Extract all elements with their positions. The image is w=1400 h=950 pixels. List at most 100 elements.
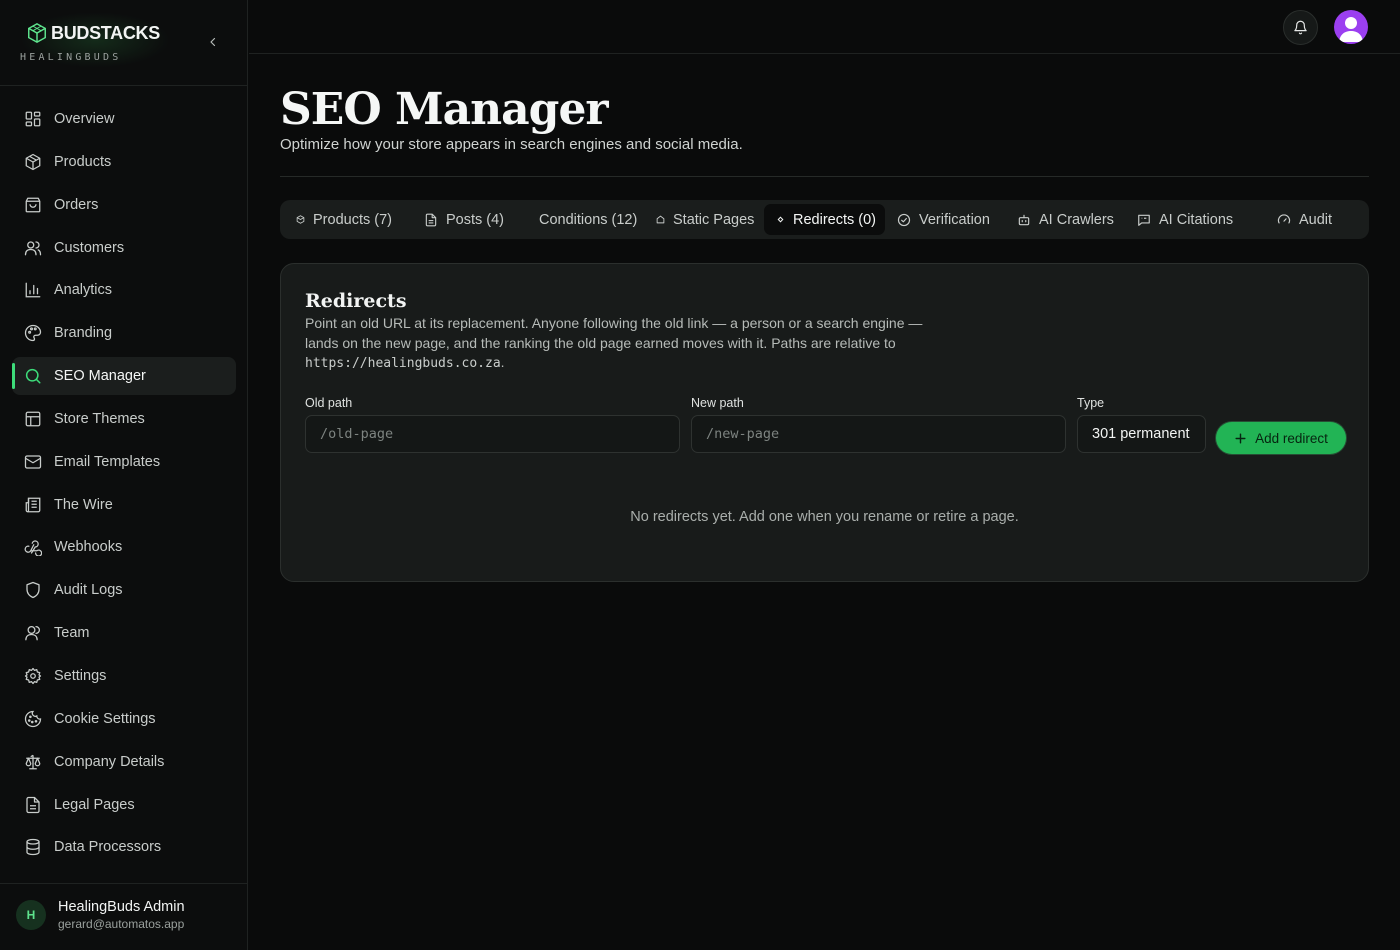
- gear-icon: [24, 667, 42, 685]
- sidebar-item-overview[interactable]: Overview: [12, 100, 236, 138]
- sidebar-item-label: Store Themes: [54, 410, 145, 427]
- user-profile[interactable]: H HealingBuds Admin gerard@automatos.app: [16, 898, 185, 932]
- user-info: HealingBuds Admin gerard@automatos.app: [58, 898, 185, 932]
- sidebar-item-label: Audit Logs: [54, 582, 123, 599]
- sidebar: BUDSTACKS HEALINGBUDS Overview Products …: [0, 0, 248, 950]
- tab-label: Audit: [1299, 211, 1333, 228]
- old-path-input[interactable]: [305, 415, 680, 453]
- chevron-left-icon: [210, 37, 216, 47]
- cube-logo-icon: [28, 22, 46, 44]
- scale-icon: [25, 754, 41, 770]
- add-redirect-button[interactable]: Add redirect: [1216, 422, 1346, 454]
- sidebar-item-label: Legal Pages: [54, 796, 135, 813]
- database-icon: [26, 839, 40, 856]
- tab-static-pages[interactable]: Static Pages: [644, 204, 766, 235]
- tab-verification[interactable]: Verification: [885, 204, 1002, 235]
- sidebar-item-cookie-settings[interactable]: Cookie Settings: [12, 700, 236, 738]
- redirect-type-select[interactable]: 301 permanent: [1077, 415, 1206, 453]
- sidebar-item-analytics[interactable]: Analytics: [12, 271, 236, 309]
- sidebar-item-team[interactable]: Team: [12, 614, 236, 652]
- search-icon: [25, 368, 41, 384]
- sidebar-item-branding[interactable]: Branding: [12, 314, 236, 352]
- sidebar-item-audit-logs[interactable]: Audit Logs: [12, 571, 236, 609]
- gauge-icon: [1277, 213, 1291, 223]
- tab-audit[interactable]: Audit: [1265, 204, 1344, 235]
- tab-label: Conditions (12): [539, 211, 638, 228]
- sidebar-item-label: Data Processors: [54, 839, 162, 856]
- add-redirect-label: Add redirect: [1255, 430, 1328, 446]
- tab-redirects[interactable]: Redirects (0): [764, 204, 885, 235]
- user-email: gerard@automatos.app: [58, 917, 185, 931]
- sidebar-item-data-processors[interactable]: Data Processors: [12, 828, 236, 866]
- layout-grid-icon: [25, 111, 41, 127]
- topbar: [249, 0, 1400, 54]
- sidebar-item-label: SEO Manager: [54, 368, 146, 385]
- users-icon: [24, 240, 42, 255]
- tab-label: Verification: [919, 211, 990, 228]
- sidebar-item-label: Team: [54, 625, 90, 642]
- sidebar-item-email-templates[interactable]: Email Templates: [12, 443, 236, 481]
- tab-ai-crawlers[interactable]: AI Crawlers: [1005, 204, 1126, 235]
- brand[interactable]: BUDSTACKS HEALINGBUDS: [20, 12, 220, 70]
- collapse-sidebar-button[interactable]: [204, 33, 222, 51]
- tab-conditions[interactable]: Conditions (12): [527, 204, 649, 235]
- page-title: SEO Manager: [280, 84, 609, 135]
- sidebar-item-orders[interactable]: Orders: [12, 186, 236, 224]
- tab-ai-citations[interactable]: AI Citations: [1125, 204, 1245, 235]
- palette-icon: [24, 325, 42, 342]
- sidebar-item-label: Cookie Settings: [54, 710, 156, 727]
- description-end: .: [500, 354, 505, 370]
- tab-products[interactable]: Products (7): [284, 204, 404, 235]
- sidebar-item-label: Orders: [54, 196, 99, 213]
- redirects-card: Redirects Point an old URL at its replac…: [280, 263, 1369, 582]
- tab-label: Products (7): [313, 211, 392, 228]
- sidebar-item-label: Overview: [54, 111, 115, 127]
- sidebar-nav: Overview Products Orders Customers Analy…: [12, 100, 236, 871]
- sidebar-item-label: Webhooks: [54, 539, 123, 556]
- tab-posts[interactable]: Posts (4): [412, 204, 516, 235]
- bot-icon: [1018, 214, 1030, 225]
- sidebar-item-the-wire[interactable]: The Wire: [12, 486, 236, 524]
- bar-chart-icon: [25, 282, 41, 298]
- redirect-type-value: 301 permanent: [1092, 426, 1190, 442]
- sidebar-item-label: The Wire: [54, 496, 113, 513]
- sidebar-item-legal-pages[interactable]: Legal Pages: [12, 786, 236, 824]
- sidebar-item-label: Branding: [54, 325, 113, 342]
- sidebar-item-products[interactable]: Products: [12, 143, 236, 181]
- avatar: H: [16, 900, 46, 930]
- sidebar-item-label: Products: [54, 153, 112, 170]
- sidebar-item-label: Customers: [54, 239, 125, 256]
- tab-label: AI Crawlers: [1039, 211, 1114, 228]
- notifications-button[interactable]: [1283, 10, 1318, 45]
- sidebar-item-webhooks[interactable]: Webhooks: [12, 528, 236, 566]
- sidebar-item-settings[interactable]: Settings: [12, 657, 236, 695]
- seo-tabs: Products (7) Posts (4) Conditions (12) S…: [280, 200, 1369, 239]
- sidebar-item-company-details[interactable]: Company Details: [12, 743, 236, 781]
- message-square-icon: [1138, 214, 1150, 226]
- shopping-bag-icon: [25, 197, 41, 213]
- old-path-label: Old path: [305, 396, 353, 410]
- new-path-label: New path: [691, 396, 744, 410]
- tab-label: Static Pages: [673, 211, 755, 228]
- package-icon: [296, 215, 305, 224]
- user-name: HealingBuds Admin: [58, 899, 185, 915]
- file-text-icon: [26, 796, 40, 813]
- user-avatar-icon: [1339, 17, 1363, 42]
- card-title: Redirects: [305, 290, 407, 312]
- empty-state-text: No redirects yet. Add one when you renam…: [630, 509, 1019, 525]
- user-icon: [25, 626, 40, 641]
- webhook-icon: [24, 540, 42, 557]
- user-divider: [0, 883, 248, 884]
- cookie-icon: [24, 710, 42, 727]
- plus-icon: [1235, 432, 1246, 444]
- sidebar-item-seo-manager[interactable]: SEO Manager: [12, 357, 236, 396]
- type-label: Type: [1077, 396, 1105, 410]
- sidebar-divider: [0, 85, 248, 86]
- dot-icon: [777, 216, 784, 223]
- newspaper-icon: [25, 497, 41, 512]
- sidebar-item-customers[interactable]: Customers: [12, 229, 236, 267]
- sidebar-item-store-themes[interactable]: Store Themes: [12, 400, 236, 438]
- user-avatar-button[interactable]: [1334, 10, 1368, 44]
- sidebar-item-label: Email Templates: [54, 453, 161, 470]
- new-path-input[interactable]: [691, 415, 1066, 453]
